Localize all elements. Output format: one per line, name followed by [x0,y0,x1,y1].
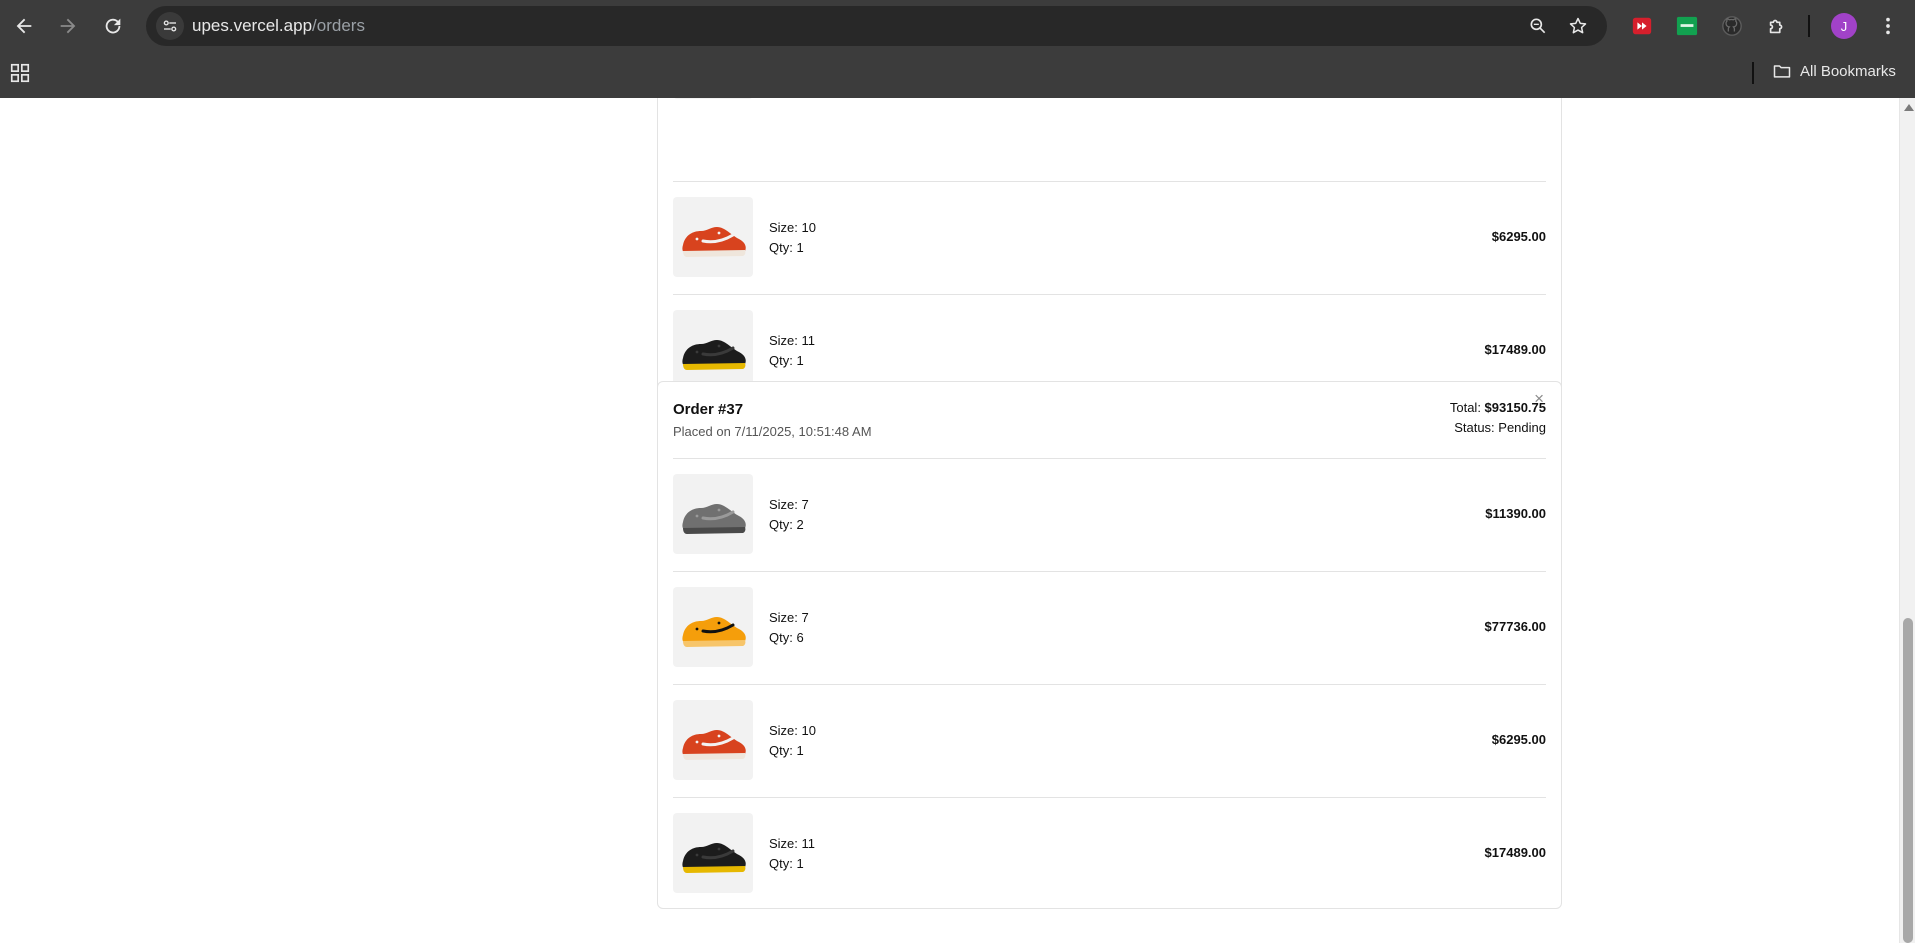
back-button[interactable] [8,10,40,42]
item-size: Size: 11 [769,333,816,348]
github-icon [1722,16,1742,36]
product-thumbnail[interactable] [673,700,753,780]
order-total-label: Total: [1449,400,1485,415]
all-bookmarks-button[interactable]: All Bookmarks [1772,61,1896,81]
page-viewport: Size: 10 Qty: 1 $6295.00 Size: 11 Qty: 1… [0,98,1899,943]
reload-icon [105,18,121,34]
order-date: Placed on 7/11/2025, 10:51:48 AM [673,424,872,439]
item-size: Size: 7 [769,610,809,625]
item-size: Size: 10 [769,723,816,738]
extensions-button[interactable] [1765,14,1789,38]
product-thumbnail[interactable] [673,474,753,554]
page-scrollbar[interactable] [1899,98,1915,943]
item-size: Size: 10 [769,220,816,235]
scroll-up-arrow-icon[interactable] [1904,104,1914,111]
sneaker-icon [682,617,746,647]
bookmarks-separator [1752,62,1754,84]
vertical-dots-icon [1886,17,1890,35]
order-total: Total: $93150.75 [1450,400,1546,415]
order-title: Order #37 [673,401,744,418]
scrollbar-thumb[interactable] [1903,618,1913,943]
item-qty: Qty: 6 [769,630,804,645]
order-item-partial [673,98,1546,182]
order-item: Size: 10 Qty: 1 $6295.00 [673,182,1546,295]
order-header: Order #37 Placed on 7/11/2025, 10:51:48 … [673,382,1546,459]
star-icon [1569,17,1587,34]
order-status: Status: Pending [1454,420,1546,435]
arrow-left-icon [16,18,32,34]
extension-green-button[interactable] [1675,14,1699,38]
toolbar-separator [1808,15,1810,37]
item-qty: Qty: 1 [769,353,804,368]
puzzle-icon [1769,19,1783,34]
product-thumbnail[interactable] [673,310,753,390]
green-extension-icon [1676,16,1698,36]
order-item: Size: 7 Qty: 2 $11390.00 [673,459,1546,572]
order-item: Size: 11 Qty: 1 $17489.00 [673,798,1546,911]
url-text: upes.vercel.app/orders [192,16,365,36]
address-bar[interactable]: upes.vercel.app/orders [146,6,1607,46]
close-icon[interactable]: × [1534,390,1544,407]
sneaker-icon [682,504,746,534]
reload-button[interactable] [97,10,129,42]
item-size: Size: 11 [769,836,816,851]
site-info-icon[interactable] [156,12,184,40]
arrow-right-icon [60,18,76,34]
product-thumbnail[interactable] [673,587,753,667]
sneaker-icon [682,340,746,370]
item-price: $17489.00 [1484,342,1546,357]
sneaker-icon [682,227,746,257]
profile-avatar[interactable]: J [1831,13,1857,39]
browser-chrome: upes.vercel.app/orders J All Bookmarks [0,0,1915,98]
zoom-button[interactable] [1526,14,1550,38]
url-host: upes.vercel.app [192,16,313,35]
sneaker-icon [682,730,746,760]
item-qty: Qty: 1 [769,240,804,255]
item-price: $6295.00 [1491,229,1546,244]
all-bookmarks-label: All Bookmarks [1800,62,1896,80]
extension-red-button[interactable] [1630,14,1654,38]
apps-grid-icon[interactable] [9,62,31,84]
order-card: Order #37 Placed on 7/11/2025, 10:51:48 … [657,381,1562,909]
order-item: Size: 10 Qty: 1 $6295.00 [673,685,1546,798]
item-size: Size: 7 [769,497,809,512]
sneaker-icon [682,843,746,873]
folder-icon [1773,65,1791,78]
item-price: $11390.00 [1485,506,1546,521]
bookmark-star-button[interactable] [1566,14,1590,38]
item-qty: Qty: 1 [769,743,804,758]
item-price: $6295.00 [1491,732,1546,747]
forward-button[interactable] [52,10,84,42]
magnifier-icon [1530,18,1546,34]
product-thumbnail[interactable] [673,813,753,893]
red-extension-icon [1632,17,1652,35]
item-qty: Qty: 2 [769,517,804,532]
url-path: /orders [312,16,365,35]
product-thumbnail[interactable] [673,98,753,99]
extension-github-button[interactable] [1720,14,1744,38]
order-item: Size: 7 Qty: 6 $77736.00 [673,572,1546,685]
product-thumbnail[interactable] [673,197,753,277]
item-price: $17489.00 [1484,845,1546,860]
item-price: $77736.00 [1484,619,1546,634]
item-qty: Qty: 1 [769,856,804,871]
browser-menu-button[interactable] [1876,12,1900,40]
